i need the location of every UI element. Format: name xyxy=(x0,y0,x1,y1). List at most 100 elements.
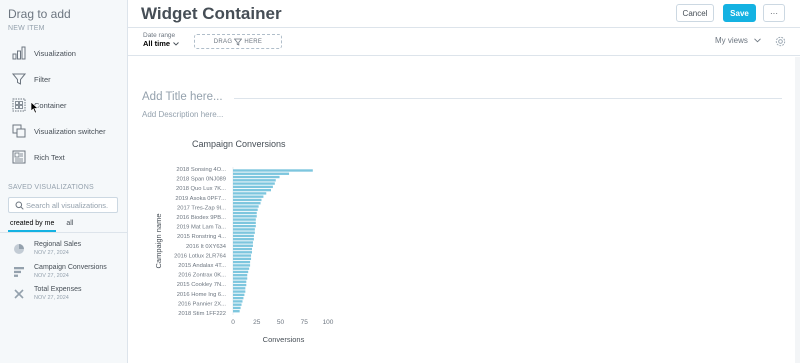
chart-bar[interactable] xyxy=(233,188,271,192)
chart-bar[interactable] xyxy=(233,234,254,238)
funnel-icon xyxy=(11,71,27,87)
y-tick-label: 2016 Biodex 9PB... xyxy=(176,215,226,221)
canvas-scrollbar[interactable] xyxy=(795,57,800,363)
chevron-down-icon xyxy=(173,41,179,46)
drop-zone-label-here: HERE xyxy=(244,38,263,45)
container-icon xyxy=(11,97,27,113)
saved-item-regional-sales[interactable]: Regional Sales NOV 27, 2024 xyxy=(0,240,127,260)
chart-bar[interactable] xyxy=(233,208,258,211)
x-tick-label: 0 xyxy=(231,319,235,326)
chart-bar[interactable] xyxy=(233,215,257,218)
chart-bar[interactable] xyxy=(233,211,257,215)
chart-bar[interactable] xyxy=(233,264,251,267)
saved-visualizations-heading: SAVED VISUALIZATIONS xyxy=(8,184,94,191)
saved-item-date: NOV 27, 2024 xyxy=(34,273,69,279)
chart-bar[interactable] xyxy=(233,290,246,293)
chart-bar[interactable] xyxy=(233,218,256,221)
chart-bar[interactable] xyxy=(233,251,252,254)
chart-bar[interactable] xyxy=(233,244,253,247)
chart-bar[interactable] xyxy=(233,172,290,175)
chart-bar[interactable] xyxy=(233,280,247,283)
chart-bar[interactable] xyxy=(233,192,267,195)
chart-bar[interactable] xyxy=(233,260,251,264)
my-views-label: My views xyxy=(715,36,748,45)
chart-bar[interactable] xyxy=(233,182,275,185)
chart-bar[interactable] xyxy=(233,287,246,290)
chart-bar[interactable] xyxy=(233,270,249,274)
chart-bar[interactable] xyxy=(233,169,313,172)
filter-drop-zone[interactable]: DRAG HERE xyxy=(194,34,282,49)
y-tick-label: 2018 Sonsing 4O... xyxy=(176,167,226,173)
sidebar-item-container[interactable]: Container xyxy=(0,94,127,116)
chart-bar[interactable] xyxy=(233,202,261,205)
chart-bar[interactable] xyxy=(233,300,243,303)
saved-item-date: NOV 27, 2024 xyxy=(34,295,69,301)
chart-bar[interactable] xyxy=(233,185,273,189)
tab-created-by-me[interactable]: created by me xyxy=(8,220,57,232)
sidebar-item-visualization-switcher[interactable]: Visualization switcher xyxy=(0,120,127,142)
cancel-button[interactable]: Cancel xyxy=(676,4,714,22)
saved-item-name: Regional Sales xyxy=(34,241,82,248)
chart-bar[interactable] xyxy=(233,221,256,225)
dashboard-title[interactable]: Widget Container xyxy=(141,4,282,24)
campaign-conversions-chart[interactable]: 2018 Sonsing 4O... 2018 Span 0NJ089 2018 Q… xyxy=(128,57,388,357)
saved-item-name: Total Expenses xyxy=(34,286,82,293)
chart-bar[interactable] xyxy=(233,310,240,313)
bar-chart-icon xyxy=(11,45,27,61)
saved-item-date: NOV 27, 2024 xyxy=(34,250,69,256)
chart-bar[interactable] xyxy=(233,241,253,244)
chart-bar[interactable] xyxy=(233,303,242,306)
chart-bar[interactable] xyxy=(233,293,245,297)
tabs-divider xyxy=(0,232,127,233)
chart-bar[interactable] xyxy=(233,238,254,241)
sidebar-item-filter[interactable]: Filter xyxy=(0,68,127,90)
dashboard-header: Widget Container Cancel Save ··· xyxy=(128,0,800,28)
search-visualizations-field[interactable] xyxy=(8,197,118,213)
chart-bar[interactable] xyxy=(233,274,248,277)
sidebar-item-label: Visualization xyxy=(34,48,76,58)
save-button[interactable]: Save xyxy=(723,4,756,22)
chart-bar[interactable] xyxy=(233,306,241,310)
chart-bar[interactable] xyxy=(233,257,252,261)
chart-bar[interactable] xyxy=(233,205,259,208)
date-range-label: Date range xyxy=(143,32,176,39)
x-tick-label: 100 xyxy=(323,319,334,326)
chart-bar[interactable] xyxy=(233,195,264,198)
y-tick-label: 2018 Quo Lux 7K... xyxy=(176,186,226,192)
saved-item-campaign-conversions[interactable]: Campaign Conversions NOV 27, 2024 xyxy=(0,263,127,283)
chart-bar[interactable] xyxy=(233,231,255,234)
saved-item-total-expenses[interactable]: Total Expenses NOV 27, 2024 xyxy=(0,285,127,305)
x-tick-label: 25 xyxy=(253,319,261,326)
chart-bar[interactable] xyxy=(233,283,247,287)
chart-bar[interactable] xyxy=(233,228,255,231)
chart-bar[interactable] xyxy=(233,296,244,300)
chart-bar[interactable] xyxy=(233,254,252,257)
chart-bar[interactable] xyxy=(233,267,250,270)
chevron-down-icon xyxy=(754,38,761,43)
sidebar-item-label: Filter xyxy=(34,74,51,84)
y-tick-label: 2018 Span 0NJ089 xyxy=(176,177,226,183)
sidebar-item-visualization[interactable]: Visualization xyxy=(0,42,127,64)
sidebar-item-rich-text[interactable]: Rich Text xyxy=(0,146,127,168)
gear-icon[interactable] xyxy=(774,35,786,47)
my-views-dropdown[interactable]: My views xyxy=(715,36,761,45)
y-tick-label: 2016 Pannier 2X... xyxy=(178,301,226,307)
chart-bar[interactable] xyxy=(233,175,280,179)
switcher-icon xyxy=(11,123,27,139)
y-tick-label: 2019 Mat Lam Ta... xyxy=(176,225,226,231)
chart-bar[interactable] xyxy=(233,198,262,202)
date-range-filter[interactable]: Date range All time xyxy=(143,32,179,48)
chart-bar[interactable] xyxy=(233,179,276,182)
chart-bar[interactable] xyxy=(233,247,252,251)
chart-bar[interactable] xyxy=(233,277,248,280)
y-tick-label: 2015 Andalax 4T... xyxy=(178,263,226,269)
chart-bar[interactable] xyxy=(233,224,256,228)
y-axis-label: Campaign name xyxy=(154,213,163,268)
tab-all[interactable]: all xyxy=(64,220,75,232)
more-options-button[interactable]: ··· xyxy=(763,4,785,22)
pie-chart-icon xyxy=(11,241,27,257)
x-tick-label: 50 xyxy=(277,319,285,326)
search-icon xyxy=(12,201,26,210)
search-input[interactable] xyxy=(26,200,116,210)
y-tick-label: 2016 It 0XY634 xyxy=(186,244,227,250)
